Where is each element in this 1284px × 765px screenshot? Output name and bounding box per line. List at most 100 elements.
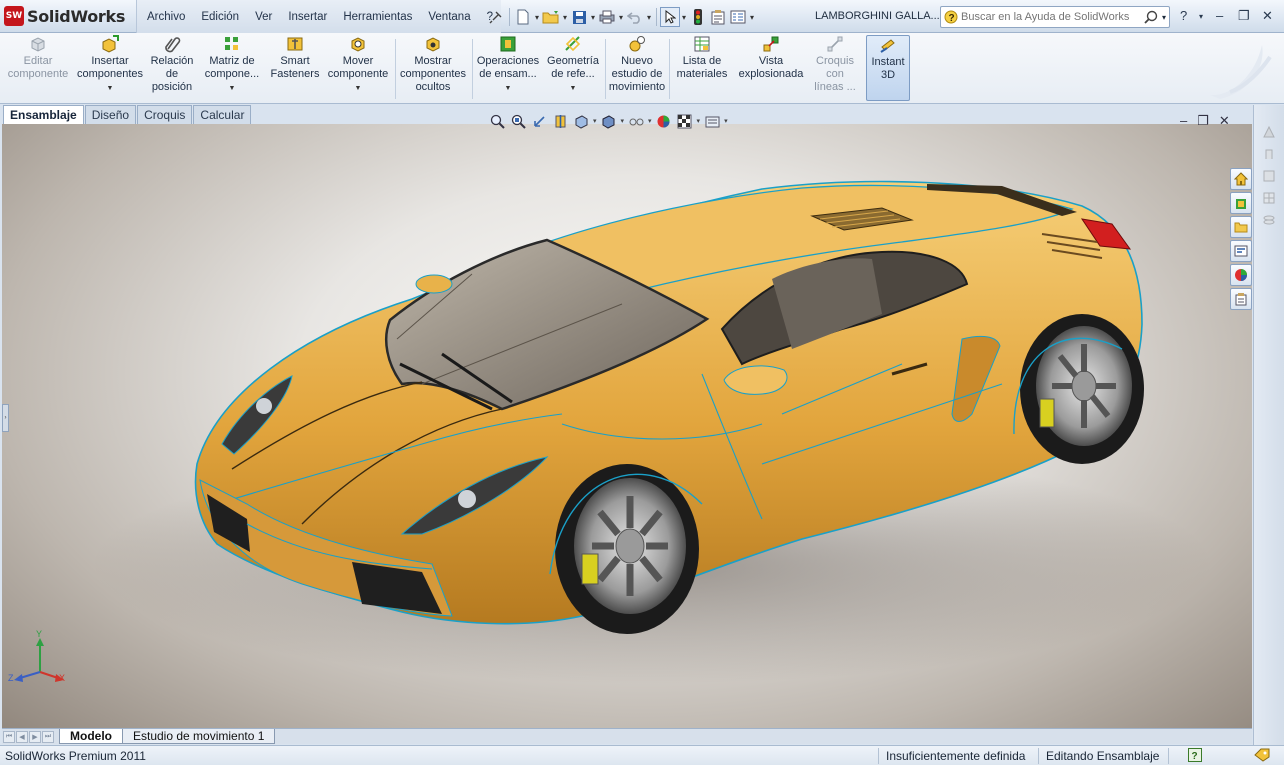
hide-show-items-icon[interactable] bbox=[627, 112, 645, 130]
pin-icon[interactable] bbox=[486, 7, 506, 27]
view-settings-dropdown-icon[interactable]: ▾ bbox=[724, 117, 728, 125]
menu-insertar[interactable]: Insertar bbox=[280, 0, 335, 33]
status-help-icon[interactable]: ? bbox=[1188, 748, 1202, 765]
instant3d-button[interactable]: Instant 3D bbox=[866, 35, 910, 101]
nuevo-estudio-button[interactable]: Nuevo estudio de movimiento bbox=[608, 35, 666, 101]
smart-fasteners-button[interactable]: Smart Fasteners bbox=[267, 35, 323, 101]
help-search-input[interactable] bbox=[961, 11, 1131, 23]
insertar-componentes-button[interactable]: Insertar componentes ▼ bbox=[74, 35, 146, 101]
relacion-posicion-button[interactable]: Relación de posición bbox=[148, 35, 196, 101]
folder-icon[interactable] bbox=[1230, 216, 1252, 238]
open-dropdown-icon[interactable]: ▾ bbox=[561, 13, 569, 22]
minimize-icon[interactable]: – bbox=[1216, 8, 1223, 23]
view-orientation-icon[interactable] bbox=[572, 112, 590, 130]
section-view-icon[interactable] bbox=[551, 112, 569, 130]
print-icon[interactable] bbox=[597, 7, 617, 27]
view-settings-icon[interactable] bbox=[703, 112, 721, 130]
car-model-render[interactable]: Y X Z bbox=[2, 124, 1252, 728]
options-dropdown-icon[interactable]: ▾ bbox=[748, 13, 756, 22]
select-dropdown-icon[interactable]: ▾ bbox=[680, 13, 688, 22]
previous-view-icon[interactable] bbox=[530, 112, 548, 130]
tp-doc-icon[interactable] bbox=[1260, 167, 1278, 185]
custom-properties-icon[interactable] bbox=[1230, 288, 1252, 310]
display-style-dropdown-icon[interactable]: ▾ bbox=[621, 117, 625, 125]
help-dropdown-icon[interactable]: ▾ bbox=[1199, 12, 1203, 21]
edit-appearance-icon[interactable] bbox=[655, 112, 673, 130]
tab-last-arrow-icon[interactable]: ⏭ bbox=[42, 730, 54, 743]
tp-layers-icon[interactable] bbox=[1260, 211, 1278, 229]
house-icon[interactable] bbox=[1230, 168, 1252, 190]
menu-ver[interactable]: Ver bbox=[247, 0, 280, 33]
menu-herramientas[interactable]: Herramientas bbox=[335, 0, 420, 33]
options-icon[interactable] bbox=[728, 7, 748, 27]
solidworks-logo[interactable]: SW SolidWorks bbox=[4, 5, 125, 27]
save-dropdown-icon[interactable]: ▾ bbox=[589, 13, 597, 22]
geometria-dropdown-icon[interactable]: ▼ bbox=[544, 82, 602, 95]
tab-first-arrow-icon[interactable]: ⏮ bbox=[3, 730, 15, 743]
tab-ensamblaje[interactable]: Ensamblaje bbox=[3, 105, 84, 124]
search-dropdown-icon[interactable]: ▾ bbox=[1162, 13, 1166, 22]
new-document-icon[interactable] bbox=[513, 7, 533, 27]
feature-manager-expand-handle[interactable]: › bbox=[2, 404, 9, 432]
appearances-icon[interactable] bbox=[1230, 264, 1252, 286]
zoom-to-area-icon[interactable] bbox=[509, 112, 527, 130]
tab-estudio-movimiento[interactable]: Estudio de movimiento 1 bbox=[122, 729, 276, 744]
insertar-dropdown-icon[interactable]: ▼ bbox=[74, 82, 146, 95]
front-wheel[interactable] bbox=[555, 464, 699, 634]
menu-edicion[interactable]: Edición bbox=[193, 0, 247, 33]
operaciones-ensamblaje-button[interactable]: Operaciones de ensam... ▼ bbox=[475, 35, 541, 101]
doc-minimize-icon[interactable]: – bbox=[1180, 113, 1187, 129]
insert-components-icon bbox=[100, 35, 120, 53]
tab-croquis[interactable]: Croquis bbox=[137, 105, 193, 124]
hide-show-dropdown-icon[interactable]: ▾ bbox=[648, 117, 652, 125]
view-palette-icon[interactable] bbox=[1230, 240, 1252, 262]
open-folder-icon[interactable] bbox=[541, 7, 561, 27]
vista-explosionada-button[interactable]: Vista explosionada bbox=[736, 35, 806, 101]
tp-grid-icon[interactable] bbox=[1260, 189, 1278, 207]
rear-wheel[interactable] bbox=[1020, 314, 1144, 464]
doc-restore-icon[interactable]: ❐ bbox=[1197, 113, 1209, 129]
status-tag-icon[interactable] bbox=[1254, 748, 1270, 765]
select-cursor-icon[interactable] bbox=[660, 7, 680, 27]
menu-ventana[interactable]: Ventana bbox=[420, 0, 478, 33]
matriz-dropdown-icon[interactable]: ▼ bbox=[200, 82, 264, 95]
tab-prev-arrow-icon[interactable]: ◀ bbox=[16, 730, 28, 743]
help-search-box[interactable]: ? ▾ bbox=[940, 6, 1170, 28]
design-library-icon[interactable] bbox=[1230, 192, 1252, 214]
restore-icon[interactable]: ❐ bbox=[1238, 8, 1250, 24]
display-style-icon[interactable] bbox=[600, 112, 618, 130]
graphics-area[interactable]: Y X Z › bbox=[2, 124, 1252, 728]
help-question-icon[interactable]: ? bbox=[1180, 8, 1187, 23]
doc-close-icon[interactable]: ✕ bbox=[1219, 113, 1230, 129]
new-dropdown-icon[interactable]: ▾ bbox=[533, 13, 541, 22]
operaciones-ensamblaje-label: Operaciones de ensam... bbox=[476, 55, 540, 80]
mover-componente-button[interactable]: Mover componente ▼ bbox=[326, 35, 390, 101]
save-icon[interactable] bbox=[569, 7, 589, 27]
tp-drag-icon[interactable] bbox=[1260, 145, 1278, 163]
close-icon[interactable]: ✕ bbox=[1262, 8, 1273, 24]
menu-archivo[interactable]: Archivo bbox=[139, 0, 193, 33]
view-orientation-dropdown-icon[interactable]: ▾ bbox=[593, 117, 597, 125]
matriz-componente-button[interactable]: Matriz de compone... ▼ bbox=[200, 35, 264, 101]
editar-componente-button[interactable]: Editar componente bbox=[6, 35, 70, 101]
geometria-referencia-button[interactable]: Geometría de refe... ▼ bbox=[544, 35, 602, 101]
tab-calcular[interactable]: Calcular bbox=[193, 105, 252, 124]
apply-scene-dropdown-icon[interactable]: ▾ bbox=[697, 117, 701, 125]
file-properties-icon[interactable] bbox=[708, 7, 728, 27]
rebuild-traffic-light-icon[interactable] bbox=[688, 7, 708, 27]
operaciones-dropdown-icon[interactable]: ▼ bbox=[475, 82, 541, 95]
tab-diseno[interactable]: Diseño bbox=[84, 105, 137, 124]
tab-next-arrow-icon[interactable]: ▶ bbox=[29, 730, 41, 743]
zoom-to-fit-icon[interactable] bbox=[488, 112, 506, 130]
undo-dropdown-icon[interactable]: ▾ bbox=[645, 13, 653, 22]
apply-scene-icon[interactable] bbox=[676, 112, 694, 130]
undo-icon[interactable] bbox=[625, 7, 645, 27]
tp-model-icon[interactable] bbox=[1260, 123, 1278, 141]
mover-dropdown-icon[interactable]: ▼ bbox=[326, 82, 390, 95]
print-dropdown-icon[interactable]: ▾ bbox=[617, 13, 625, 22]
mostrar-ocultos-button[interactable]: Mostrar componentes ocultos bbox=[398, 35, 468, 101]
lista-materiales-button[interactable]: Lista de materiales bbox=[672, 35, 732, 101]
magnifier-icon[interactable] bbox=[1144, 10, 1158, 24]
croquis-lineas-button[interactable]: Croquis con líneas ... bbox=[810, 35, 860, 101]
tab-modelo[interactable]: Modelo bbox=[59, 729, 123, 744]
